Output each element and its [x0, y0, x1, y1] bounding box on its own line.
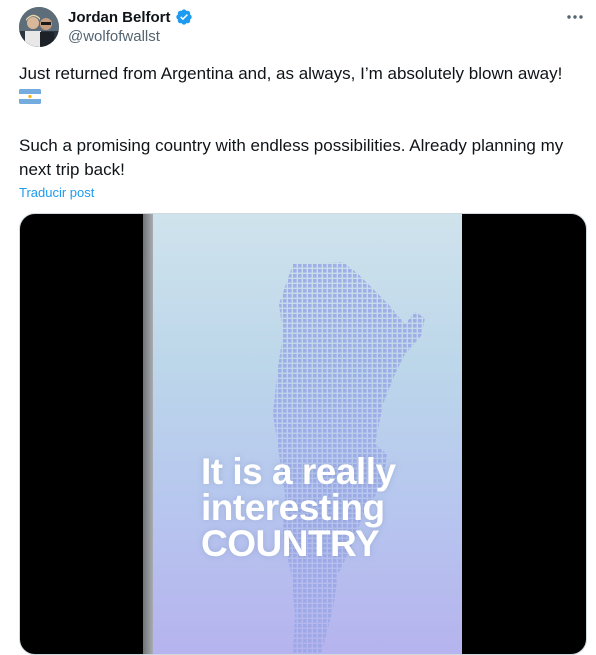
tweet-line-1: Just returned from Argentina and, as alw…: [19, 64, 563, 83]
author-handle[interactable]: @wolfofwallst: [68, 28, 160, 45]
more-dots-icon: [567, 15, 583, 19]
argentina-map-graphic: [273, 262, 425, 654]
tweet-line-2: Such a promising country with endless po…: [19, 136, 564, 179]
argentina-flag-icon: [19, 87, 41, 104]
verified-badge-icon[interactable]: [175, 8, 193, 26]
overlay-line-3: COUNTRY: [201, 523, 380, 564]
translate-post-link[interactable]: Traducir post: [19, 185, 94, 200]
author-name[interactable]: Jordan Belfort: [68, 9, 171, 26]
overlay-line-1: It is a really: [201, 451, 396, 492]
tweet-media[interactable]: It is a really interesting COUNTRY: [19, 213, 587, 655]
tweet-text: Just returned from Argentina and, as alw…: [19, 62, 591, 110]
overlay-line-2: interesting: [201, 487, 385, 528]
author-name-row[interactable]: Jordan Belfort: [68, 7, 193, 27]
more-options-button[interactable]: [560, 6, 590, 28]
video-frame[interactable]: It is a really interesting COUNTRY: [143, 214, 462, 654]
author-avatar[interactable]: [19, 7, 59, 47]
video-overlay-text: It is a really interesting COUNTRY: [201, 451, 441, 564]
